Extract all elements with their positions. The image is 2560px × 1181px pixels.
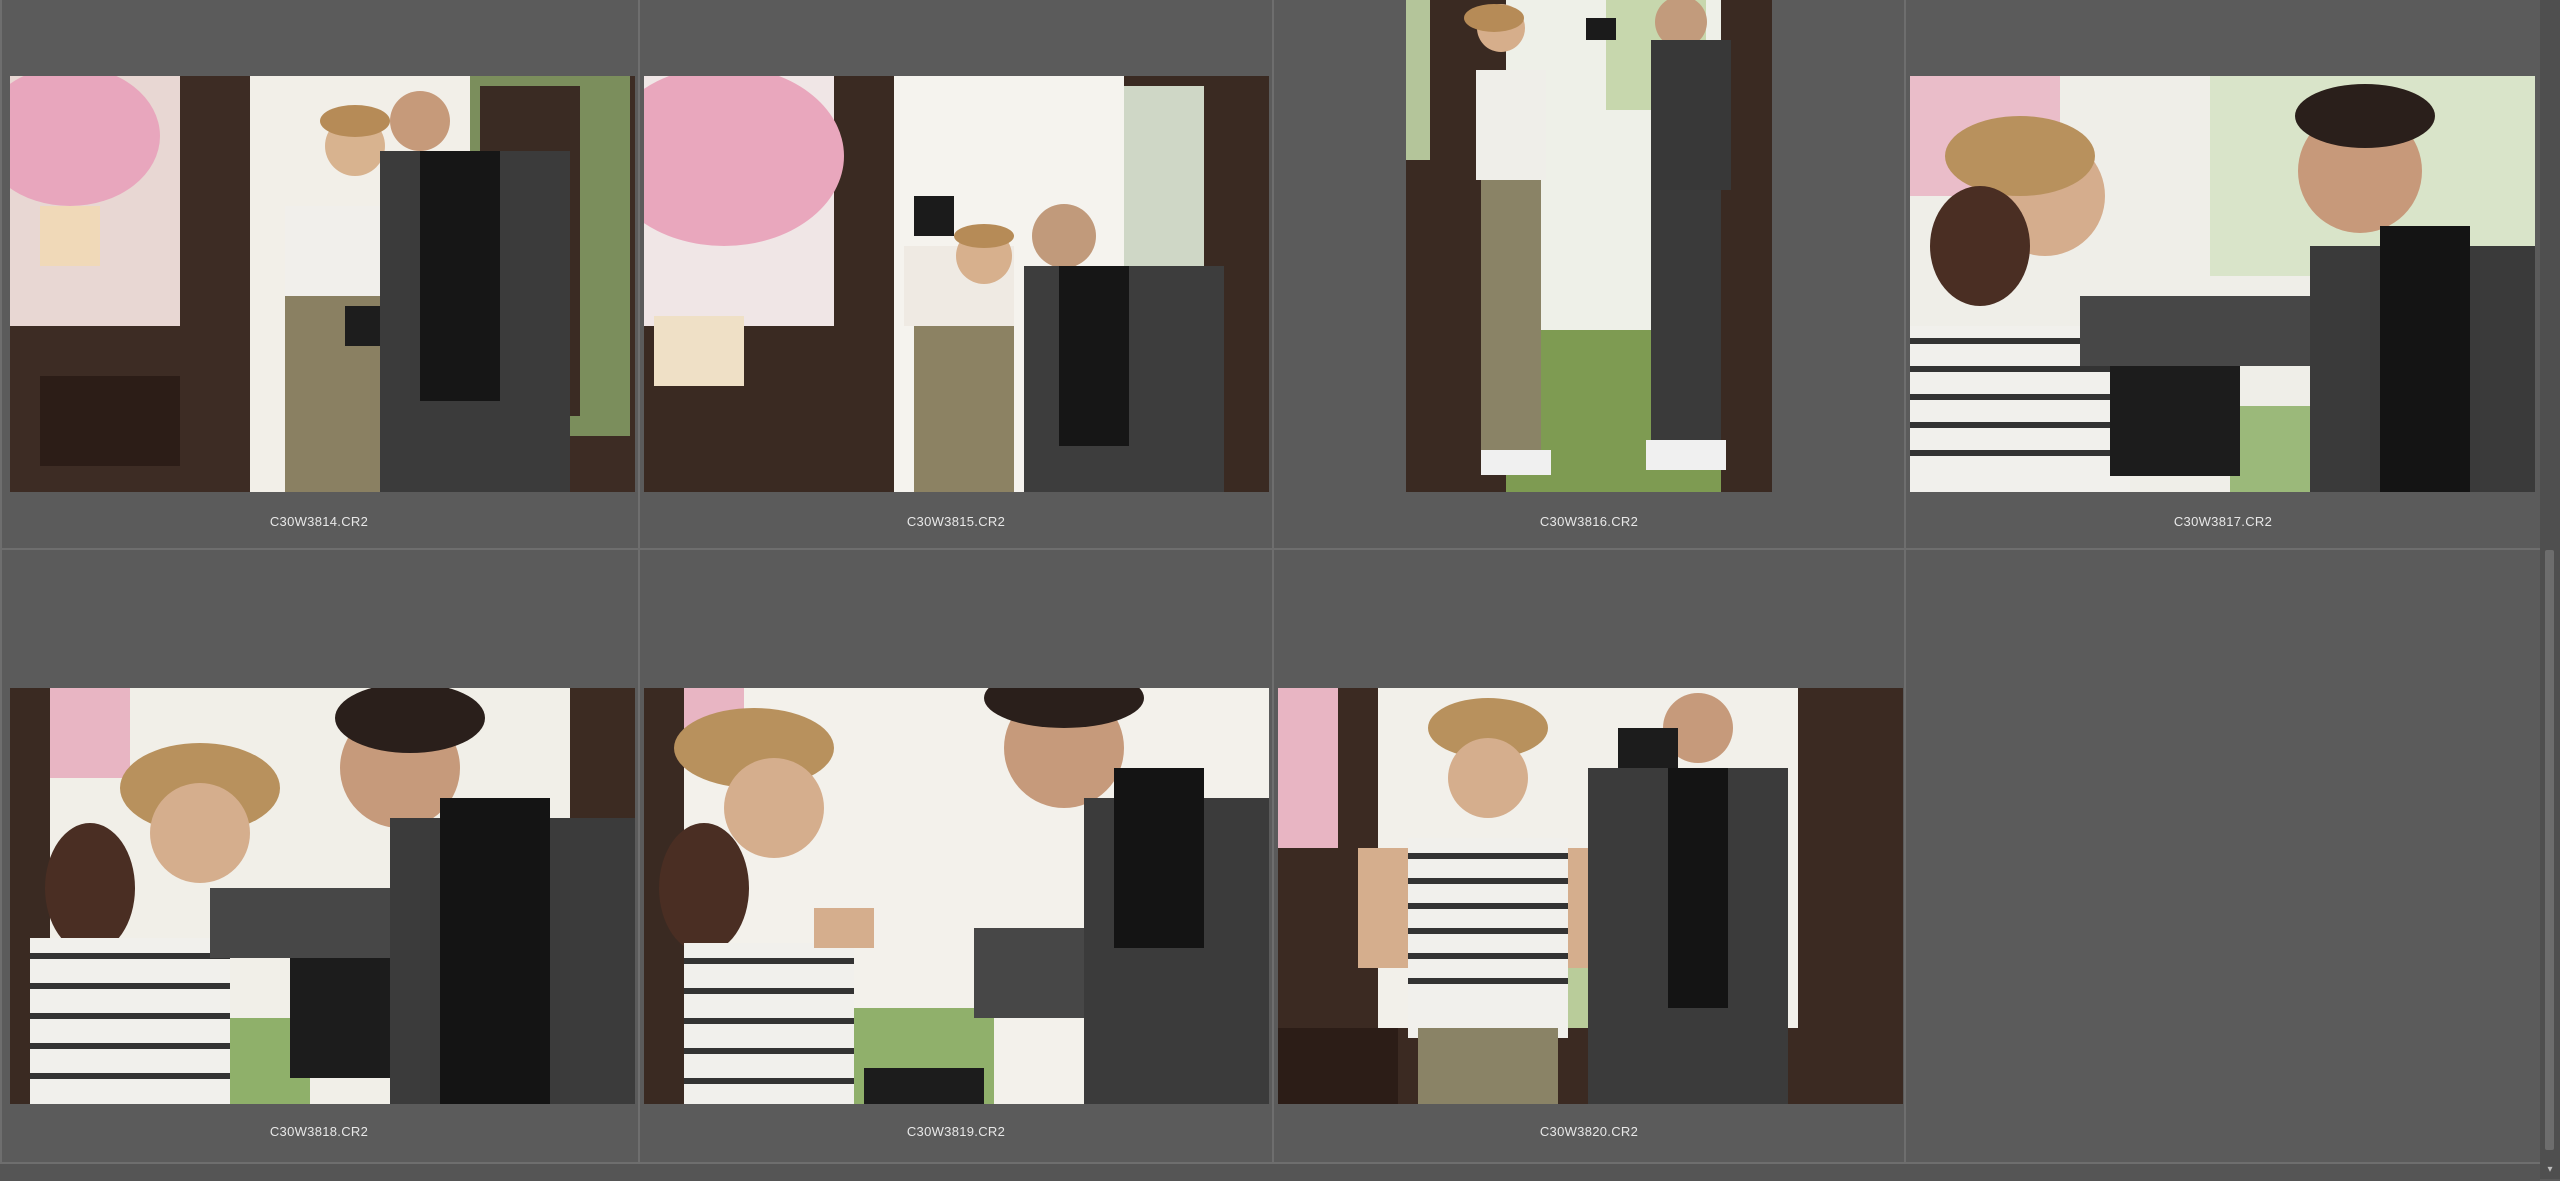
photo-image [1406,0,1772,492]
photo-thumbnail[interactable] [1406,0,1772,492]
bottom-edge [0,1162,2540,1181]
grid-divider [0,548,2540,550]
photo-thumbnail[interactable] [10,76,635,492]
photo-thumbnail[interactable] [10,688,635,1104]
thumbnail-filename: C30W3820.CR2 [1539,1124,1639,1139]
grid-divider [1904,0,1906,1162]
thumbnail-browser: C30W3814.CR2 C30W3815.CR2 C30W3816.CR2 C… [0,0,2560,1181]
scroll-down-arrow-icon[interactable]: ▾ [2542,1163,2558,1177]
photo-thumbnail[interactable] [644,76,1269,492]
thumbnail-filename: C30W3814.CR2 [269,514,369,529]
thumbnail-cell[interactable]: C30W3820.CR2 [1274,550,1904,1160]
photo-thumbnail[interactable] [644,688,1269,1104]
grid-divider [1272,0,1274,1162]
thumbnail-filename: C30W3818.CR2 [269,1124,369,1139]
photo-image [644,688,1269,1104]
thumbnail-cell[interactable]: C30W3815.CR2 [640,0,1272,548]
photo-image [1278,688,1903,1104]
empty-cell [1906,550,2540,1160]
photo-image [1910,76,2535,492]
photo-image [10,76,635,492]
thumbnail-cell[interactable]: C30W3818.CR2 [0,550,638,1160]
photo-thumbnail[interactable] [1278,688,1903,1104]
grid-divider [0,0,2,1162]
thumbnail-cell[interactable]: C30W3816.CR2 [1274,0,1904,548]
thumbnail-filename: C30W3815.CR2 [906,514,1006,529]
vertical-scrollbar[interactable]: ▾ [2540,0,2560,1179]
thumbnail-cell[interactable]: C30W3817.CR2 [1906,0,2540,548]
thumbnail-cell[interactable]: C30W3819.CR2 [640,550,1272,1160]
photo-image [10,688,635,1104]
scrollbar-thumb[interactable] [2545,550,2554,1150]
thumbnail-cell[interactable]: C30W3814.CR2 [0,0,638,548]
thumbnail-filename: C30W3816.CR2 [1539,514,1639,529]
thumbnail-filename: C30W3819.CR2 [906,1124,1006,1139]
thumbnail-filename: C30W3817.CR2 [2173,514,2273,529]
grid-divider [638,0,640,1162]
photo-image [644,76,1269,492]
photo-thumbnail[interactable] [1910,76,2535,492]
